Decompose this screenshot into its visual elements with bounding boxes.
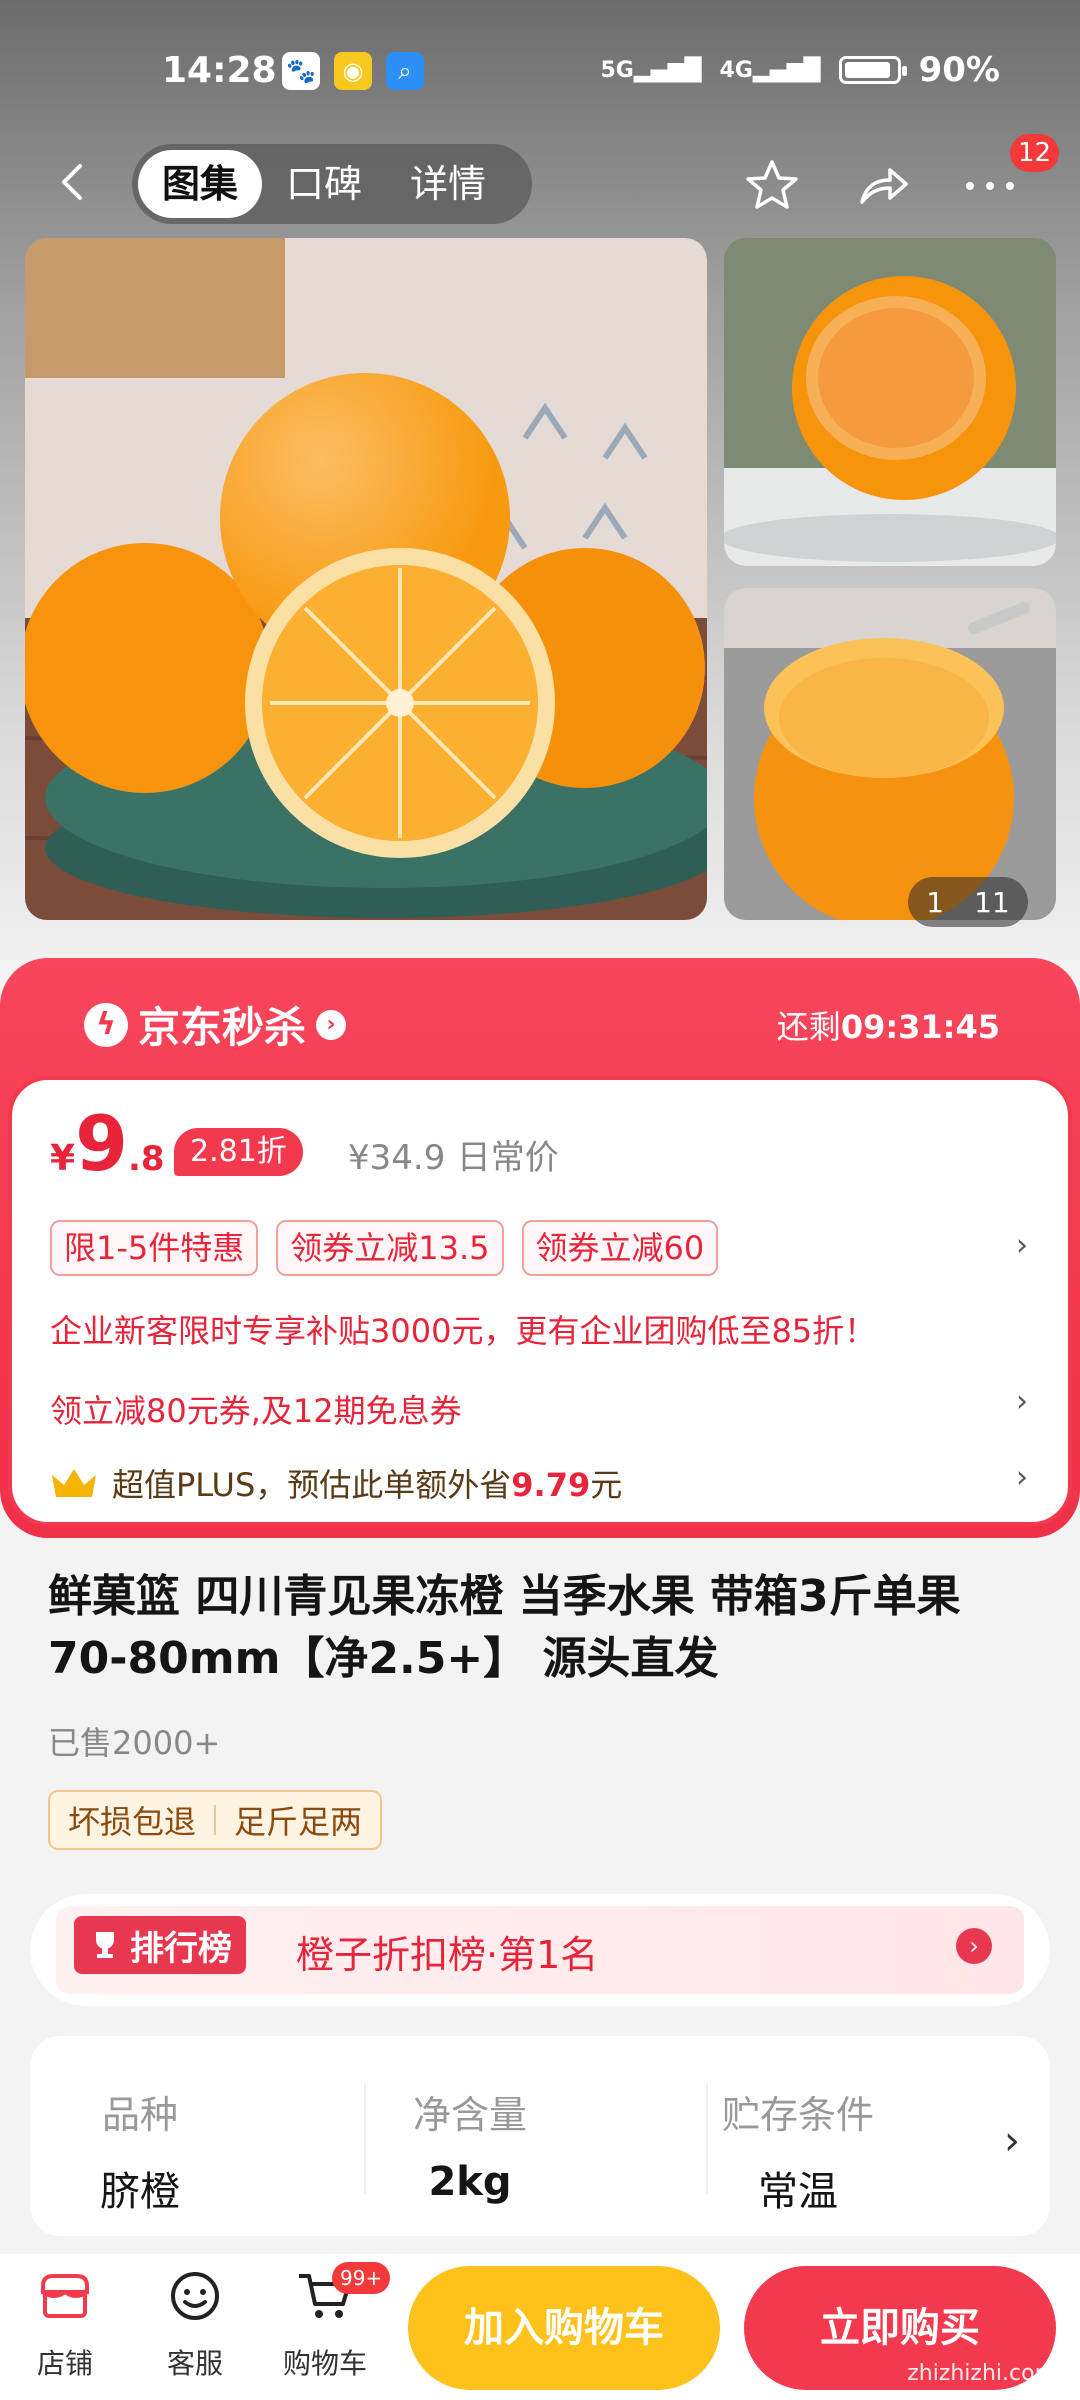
service-button[interactable]: 客服 xyxy=(140,2264,250,2382)
tab-reviews[interactable]: 口碑 xyxy=(262,150,386,218)
spec-net-weight: 净含量 2kg xyxy=(360,2084,580,2205)
trophy-icon xyxy=(96,1932,114,1958)
ranking-badge-label: 排行榜 xyxy=(130,1928,232,1969)
status-time: 14:28 xyxy=(162,50,277,91)
tab-gallery[interactable]: 图集 xyxy=(138,150,263,218)
chevron-right-icon: › xyxy=(316,1009,347,1040)
spec-label: 净含量 xyxy=(412,2093,527,2137)
back-arrow-icon[interactable] xyxy=(52,160,96,204)
coupon-chevron-icon[interactable]: › xyxy=(1016,1228,1028,1263)
flash-sale-card: ϟ 京东秒杀 › 还剩09:31:45 ¥ 9 .8 2.81折 ¥34.9 日… xyxy=(0,958,1080,1538)
promo-chevron-icon[interactable]: › xyxy=(1016,1384,1028,1419)
service-label: 客服 xyxy=(166,2347,223,2380)
chevron-right-icon[interactable]: › xyxy=(1004,2118,1020,2164)
gallery-current: 1 xyxy=(926,885,945,919)
original-price: ¥34.9 日常价 xyxy=(348,1130,559,1179)
plus-amount: 9.79 xyxy=(511,1466,591,1504)
flash-bolt-icon: ϟ xyxy=(84,1002,128,1047)
price-currency: ¥ xyxy=(50,1138,76,1179)
original-price-label: 日常价 xyxy=(456,1138,559,1178)
battery-percent: 90% xyxy=(918,50,1000,90)
plus-text: 超值PLUS，预估此单额外省 xyxy=(112,1466,512,1504)
status-right: 5G▂▄▆█ 4G▂▄▆█ 90% xyxy=(600,50,1000,90)
price-integer: 9 xyxy=(75,1099,128,1188)
product-image-thumb-1[interactable] xyxy=(724,238,1056,566)
nav-bar: 图集 口碑 详情 12 xyxy=(0,134,1080,228)
ranking-card[interactable]: 排行榜 橙子折扣榜·第1名 › xyxy=(30,1894,1050,2006)
spec-value: 常温 xyxy=(758,2169,838,2215)
sold-count: 已售2000+ xyxy=(48,1724,221,1762)
product-title: 鲜菓篮 四川青见果冻橙 当季水果 带箱3斤单果70-80mm【净2.5+】 源头… xyxy=(48,1571,961,1684)
search-app-icon: ⌕ xyxy=(386,52,424,90)
spec-value: 脐橙 xyxy=(100,2169,180,2215)
product-image-thumb-2[interactable] xyxy=(724,588,1056,920)
product-image-main[interactable] xyxy=(25,238,707,920)
plus-chevron-icon[interactable]: › xyxy=(1016,1460,1028,1495)
paw-app-icon: 🐾 xyxy=(282,52,320,90)
ranking-text: 橙子折扣榜·第1名 xyxy=(296,1933,599,1977)
ranking-badge: 排行榜 xyxy=(74,1916,246,1974)
ranking-arrow-icon[interactable]: › xyxy=(956,1928,992,1964)
coupon-list: 限1-5件特惠 领券立减13.5 领券立减60 xyxy=(50,1220,719,1276)
status-bar: 14:28 🐾 ◉ ⌕ 5G▂▄▆█ 4G▂▄▆█ 90% xyxy=(0,40,1080,110)
coupon-installment-promo[interactable]: 领立减80元券,及12期免息券 xyxy=(50,1386,462,1432)
tag-damage-return: 坏损包退 xyxy=(68,1803,197,1841)
store-label: 店铺 xyxy=(36,2347,93,2380)
discount-badge: 2.81折 xyxy=(174,1128,303,1176)
coupon-60[interactable]: 领券立减60 xyxy=(521,1220,719,1276)
share-icon[interactable] xyxy=(852,156,912,216)
add-to-cart-button[interactable]: 加入购物车 xyxy=(408,2266,720,2390)
watermark: zhizhizhi.com xyxy=(907,2361,1056,2386)
store-icon xyxy=(41,2274,89,2318)
coupon-13-5[interactable]: 领券立减13.5 xyxy=(276,1220,504,1276)
bottom-action-bar: 店铺 客服 99+ 购物车 加入购物车 立即购买 zhizhizhi.com xyxy=(0,2254,1080,2400)
message-count-badge: 12 xyxy=(1010,134,1060,172)
favorite-star-icon[interactable] xyxy=(742,156,802,216)
signal-4g-icon: 4G▂▄▆█ xyxy=(719,57,821,83)
price-decimal: .8 xyxy=(127,1139,165,1179)
sale-price: ¥ 9 .8 xyxy=(50,1106,165,1182)
view-segment-control: 图集 口碑 详情 xyxy=(132,144,532,224)
plus-savings[interactable]: 超值PLUS，预估此单额外省9.79元 xyxy=(50,1460,622,1506)
spec-value: 2kg xyxy=(428,2159,512,2205)
price-panel: ¥ 9 .8 2.81折 ¥34.9 日常价 限1-5件特惠 领券立减13.5 … xyxy=(8,1076,1072,1526)
cart-count-badge: 99+ xyxy=(332,2262,391,2294)
gallery-counter: 1 11 xyxy=(908,877,1028,927)
cart-label: 购物车 xyxy=(282,2347,367,2380)
weibo-app-icon: ◉ xyxy=(334,52,372,90)
tab-details[interactable]: 详情 xyxy=(386,150,510,218)
countdown-label: 还剩 xyxy=(776,1008,841,1046)
spec-label: 贮存条件 xyxy=(721,2093,874,2137)
countdown-value: 09:31:45 xyxy=(840,1008,1000,1046)
spec-label: 品种 xyxy=(101,2093,178,2137)
enterprise-promo: 企业新客限时专享补贴3000元，更有企业团购低至85折！ xyxy=(50,1312,877,1350)
flash-brand-label: 京东秒杀 xyxy=(138,1003,307,1052)
plus-unit: 元 xyxy=(590,1466,623,1504)
battery-icon xyxy=(838,56,907,84)
spec-storage: 贮存条件 常温 xyxy=(698,2084,898,2217)
coupon-limited[interactable]: 限1-5件特惠 xyxy=(50,1220,259,1276)
original-price-value: ¥34.9 xyxy=(348,1138,446,1178)
spec-card[interactable]: 品种 脐橙 净含量 2kg 贮存条件 常温 › xyxy=(30,2036,1050,2236)
spec-variety: 品种 脐橙 xyxy=(30,2084,250,2217)
more-menu-icon[interactable] xyxy=(960,156,1020,216)
tag-full-weight: 足斤足两 xyxy=(234,1803,363,1841)
signal-5g-icon: 5G▂▄▆█ xyxy=(600,57,702,83)
gallery-total: 11 xyxy=(974,885,1010,919)
service-tags[interactable]: 坏损包退 足斤足两 xyxy=(48,1790,383,1850)
store-button[interactable]: 店铺 xyxy=(10,2264,120,2382)
hero-area: 14:28 🐾 ◉ ⌕ 5G▂▄▆█ 4G▂▄▆█ 90% 图集 口碑 详情 1… xyxy=(0,0,1080,960)
flash-countdown: 还剩09:31:45 xyxy=(777,1002,1000,1048)
flash-sale-title[interactable]: ϟ 京东秒杀 › xyxy=(84,994,347,1055)
customer-service-icon xyxy=(171,2272,219,2320)
crown-icon xyxy=(52,1469,96,1497)
battery-fill xyxy=(844,62,890,78)
cart-button[interactable]: 99+ 购物车 xyxy=(270,2262,391,2382)
